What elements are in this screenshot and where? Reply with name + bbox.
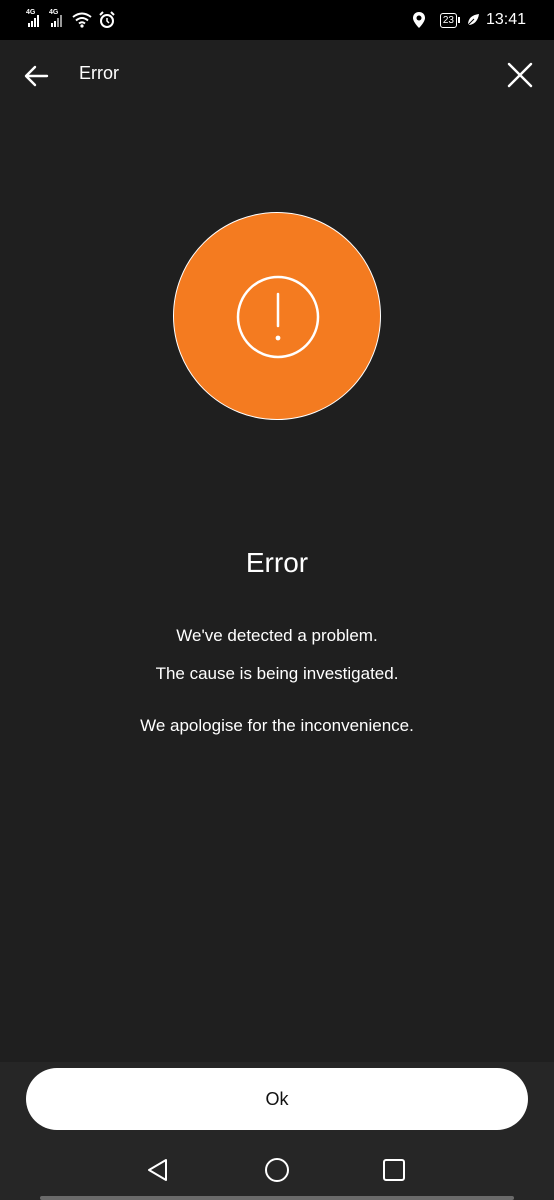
- leaf-icon: [467, 14, 479, 26]
- page-title: Error: [79, 63, 119, 83]
- cell-signal-icon: 4G: [49, 9, 62, 27]
- error-heading: Error: [245, 547, 309, 578]
- arrow-left-icon: [24, 65, 49, 87]
- nav-home-icon: [265, 1158, 289, 1182]
- home-indicator: [40, 1196, 514, 1200]
- nav-back-button[interactable]: [144, 1156, 172, 1184]
- app-bar: Error: [0, 40, 554, 110]
- ok-button[interactable]: Ok: [26, 1068, 528, 1130]
- location-icon: [412, 12, 425, 28]
- nav-recents-button[interactable]: [380, 1156, 408, 1184]
- status-right: 23 13:41: [412, 8, 526, 32]
- status-left: 4G 4G: [26, 8, 116, 32]
- nav-home-button[interactable]: [263, 1156, 291, 1184]
- status-bar: 4G 4G 23 13:41: [0, 0, 554, 40]
- close-button[interactable]: [502, 57, 538, 93]
- exclamation-circle-icon: [236, 275, 320, 359]
- error-message-line-3: We apologise for the inconvenience.: [140, 716, 414, 735]
- clock: 13:41: [485, 11, 526, 28]
- nav-back-icon: [148, 1159, 167, 1181]
- system-nav-bar: [0, 1140, 554, 1200]
- error-illustration: [173, 212, 381, 420]
- wifi-icon: [72, 12, 92, 28]
- battery-icon: 23: [439, 12, 460, 28]
- close-icon: [507, 62, 533, 88]
- back-button[interactable]: [20, 60, 52, 92]
- error-message-line-2: The cause is being investigated.: [155, 664, 399, 683]
- cell-signal-icon: 4G: [26, 9, 39, 27]
- nav-recents-icon: [383, 1159, 405, 1181]
- error-message-line-1: We've detected a problem.: [176, 626, 378, 645]
- alarm-icon: [99, 11, 115, 28]
